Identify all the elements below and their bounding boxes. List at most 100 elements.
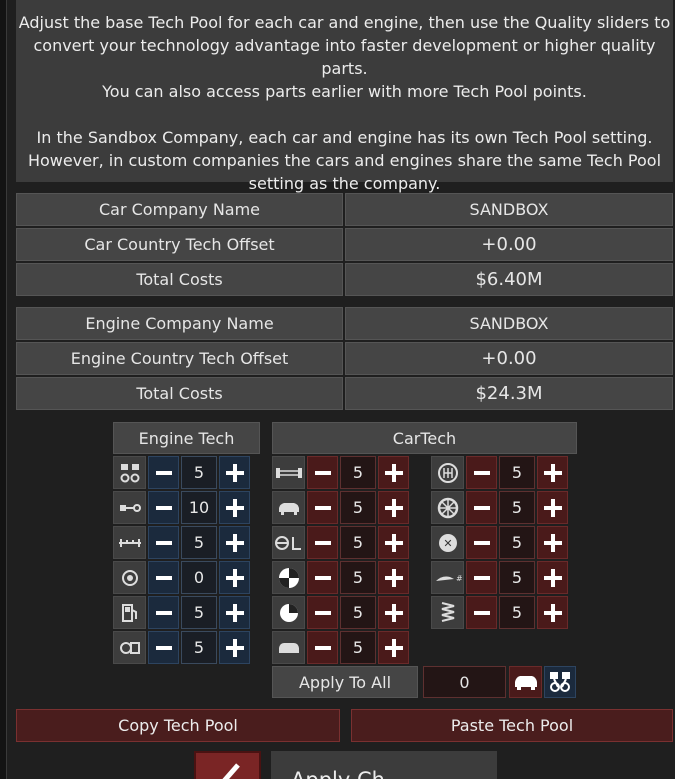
engine-tech-2-row: 5: [113, 526, 250, 559]
engine-tech-5-decrease-button[interactable]: [148, 631, 179, 664]
car-tech-b0-value[interactable]: 5: [499, 456, 535, 489]
engine-total-costs-value: $24.3M: [345, 377, 673, 410]
desc-line: In the Sandbox Company, each car and eng…: [36, 128, 653, 147]
car-tech-a2-increase-button[interactable]: [378, 526, 409, 559]
interior-icon: [272, 526, 305, 559]
car-tech-b1-increase-button[interactable]: [537, 491, 568, 524]
car-tech-b3-value[interactable]: 5: [499, 561, 535, 594]
engine-tech-1-value[interactable]: 10: [181, 491, 217, 524]
car-tech-a4-decrease-button[interactable]: [307, 596, 338, 629]
car-company-name-value: SANDBOX: [345, 193, 673, 226]
car-total-costs-label: Total Costs: [16, 263, 343, 296]
desc-line: However, in custom companies the cars an…: [27, 151, 662, 170]
car-tech-b3-increase-button[interactable]: [537, 561, 568, 594]
engine-tech-0-row: 5: [113, 456, 250, 489]
copy-tech-pool-button[interactable]: Copy Tech Pool: [16, 709, 340, 742]
engine-tech-1-increase-button[interactable]: [219, 491, 250, 524]
fuel-pump-icon: [113, 596, 146, 629]
car-tech-b1-value[interactable]: 5: [499, 491, 535, 524]
desc-line: convert your technology advantage into f…: [33, 36, 656, 78]
engine-tech-4-increase-button[interactable]: [219, 596, 250, 629]
car-tech-b1-row: 5: [431, 491, 568, 524]
info-row: Car Country Tech Offset +0.00: [16, 228, 673, 261]
car-total-costs-value: $6.40M: [345, 263, 673, 296]
svg-text:✕: ✕: [443, 537, 452, 550]
engine-tech-5-value[interactable]: 5: [181, 631, 217, 664]
car-country-offset-value: +0.00: [345, 228, 673, 261]
apply-changes-button[interactable]: Apply Ch: [271, 751, 497, 779]
car-tech-a2-decrease-button[interactable]: [307, 526, 338, 559]
car-tech-b4-increase-button[interactable]: [537, 596, 568, 629]
apply-to-all-label: Apply To All: [272, 666, 418, 698]
car-tech-a1-increase-button[interactable]: [378, 491, 409, 524]
suspension-icon: [431, 596, 464, 629]
pencil-icon: [222, 763, 240, 779]
engine-tech-5-increase-button[interactable]: [219, 631, 250, 664]
engine-tech-3-increase-button[interactable]: [219, 561, 250, 594]
car-tech-a3-decrease-button[interactable]: [307, 561, 338, 594]
brake-icon: ✕: [431, 526, 464, 559]
car-tech-a5-increase-button[interactable]: [378, 631, 409, 664]
engine-country-offset-label: Engine Country Tech Offset: [16, 342, 343, 375]
camshaft-icon: [113, 526, 146, 559]
car-tech-a0-value[interactable]: 5: [340, 456, 376, 489]
paste-tech-pool-button[interactable]: Paste Tech Pool: [351, 709, 673, 742]
car-tech-header: CarTech: [272, 422, 577, 454]
engine-tech-1-decrease-button[interactable]: [148, 491, 179, 524]
car-tech-b2-value[interactable]: 5: [499, 526, 535, 559]
apply-car-button[interactable]: [509, 666, 542, 698]
info-row: Engine Country Tech Offset +0.00: [16, 342, 673, 375]
car-country-offset-label: Car Country Tech Offset: [16, 228, 343, 261]
car-tech-a3-value[interactable]: 5: [340, 561, 376, 594]
car-tech-b4-decrease-button[interactable]: [466, 596, 497, 629]
info-row: Total Costs $6.40M: [16, 263, 673, 296]
engine-company-name-value: SANDBOX: [345, 307, 673, 340]
car-tech-b2-decrease-button[interactable]: [466, 526, 497, 559]
car-tech-b0-increase-button[interactable]: [537, 456, 568, 489]
pistons-icon: [113, 456, 146, 489]
car-tech-a1-value[interactable]: 5: [340, 491, 376, 524]
engine-tech-5-row: 5: [113, 631, 250, 664]
car-tech-a4-row: 5: [272, 596, 409, 629]
engine-tech-3-decrease-button[interactable]: [148, 561, 179, 594]
car-tech-b4-value[interactable]: 5: [499, 596, 535, 629]
apply-all-input[interactable]: 0: [423, 666, 506, 698]
desc-line: Adjust the base Tech Pool for each car a…: [18, 13, 671, 32]
engine-tech-0-increase-button[interactable]: [219, 456, 250, 489]
engine-tech-0-decrease-button[interactable]: [148, 456, 179, 489]
tech-pool-description: Adjust the base Tech Pool for each car a…: [16, 0, 673, 193]
aero-icon: #: [431, 561, 464, 594]
info-row: Car Company Name SANDBOX: [16, 193, 673, 226]
car-tech-a4-increase-button[interactable]: [378, 596, 409, 629]
desc-line: setting as the company.: [248, 174, 441, 193]
car-tech-b1-decrease-button[interactable]: [466, 491, 497, 524]
exhaust-icon: [113, 631, 146, 664]
engine-tech-1-row: 10: [113, 491, 250, 524]
car-tech-a4-value[interactable]: 5: [340, 596, 376, 629]
car-tech-a5-value[interactable]: 5: [340, 631, 376, 664]
car-tech-a0-decrease-button[interactable]: [307, 456, 338, 489]
car-tech-b0-decrease-button[interactable]: [466, 456, 497, 489]
engine-tech-0-value[interactable]: 5: [181, 456, 217, 489]
car-tech-b3-decrease-button[interactable]: [466, 561, 497, 594]
engine-tech-2-value[interactable]: 5: [181, 526, 217, 559]
car-tech-a0-increase-button[interactable]: [378, 456, 409, 489]
car-tech-a1-decrease-button[interactable]: [307, 491, 338, 524]
engine-info-table: Engine Company Name SANDBOX Engine Count…: [16, 307, 673, 412]
engine-tech-2-increase-button[interactable]: [219, 526, 250, 559]
chassis-icon: [272, 456, 305, 489]
engine-tech-2-decrease-button[interactable]: [148, 526, 179, 559]
edit-button[interactable]: [194, 751, 261, 779]
apply-engine-button[interactable]: [544, 666, 576, 698]
car-tech-b2-row: ✕ 5: [431, 526, 568, 559]
engine-tech-3-value[interactable]: 0: [181, 561, 217, 594]
safety-icon: [272, 561, 305, 594]
car-tech-a5-decrease-button[interactable]: [307, 631, 338, 664]
car-tech-b2-increase-button[interactable]: [537, 526, 568, 559]
car-tech-a3-increase-button[interactable]: [378, 561, 409, 594]
car-tech-a2-value[interactable]: 5: [340, 526, 376, 559]
info-row: Total Costs $24.3M: [16, 377, 673, 410]
engine-tech-4-value[interactable]: 5: [181, 596, 217, 629]
desc-line: You can also access parts earlier with m…: [102, 82, 587, 101]
engine-tech-4-decrease-button[interactable]: [148, 596, 179, 629]
